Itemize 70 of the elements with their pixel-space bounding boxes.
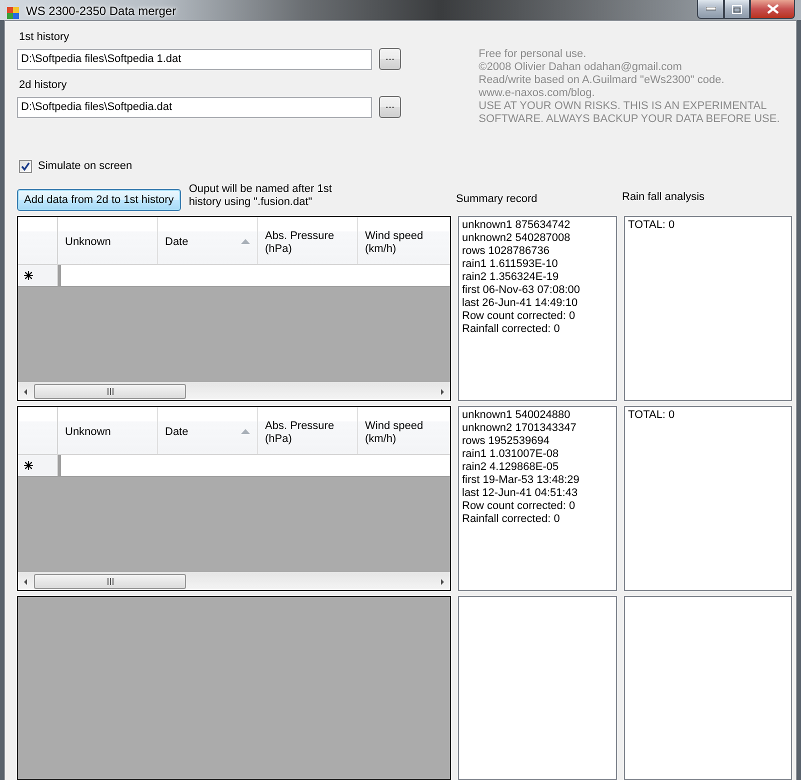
record-line: unknown1 540024880: [462, 409, 572, 422]
field-label: 2d history: [19, 79, 68, 93]
record-line: Row count corrected: 0: [462, 310, 576, 323]
browse-button[interactable]: ...: [379, 96, 401, 118]
close-button[interactable]: [750, 0, 795, 19]
record-line: unknown2 1701343347: [462, 422, 578, 435]
merge-button[interactable]: Add data from 2d to 1st history: [17, 189, 181, 211]
grip-icon: [106, 578, 114, 585]
horizontal-scrollbar[interactable]: [18, 382, 450, 400]
field-label: 1st history: [19, 31, 70, 45]
sort-arrow-icon: [241, 429, 250, 434]
summary-box[interactable]: unknown1 540024880 unknown2 1701343347 rows 1952539694 rain1 1.031007E-08 rain2 4.129868E-05 first 19-Mar-53 13:48:29 last 12-Jun-41 04:51:43 Row count corrected: 0 Rainfall corrected: 0: [458, 406, 617, 591]
scroll-right-icon: [441, 388, 444, 394]
maximize-icon: [732, 4, 742, 14]
sort-arrow-icon: [241, 239, 250, 244]
rainfall-box[interactable]: TOTAL: 0: [624, 216, 792, 401]
record-line: rain1 1.031007E-08: [462, 448, 560, 461]
minimize-icon: [706, 7, 716, 11]
record-line: rows 1952539694: [462, 435, 550, 448]
scroll-thumb[interactable]: [34, 384, 186, 399]
output-note: Ouput will be named after 1st history using ".fusion.dat": [188, 183, 333, 209]
record-line: Row count corrected: 0: [462, 500, 576, 513]
maximize-button[interactable]: [724, 0, 750, 19]
new-row-icon: [24, 461, 33, 470]
minimize-button[interactable]: [697, 0, 724, 19]
close-icon: [766, 4, 778, 14]
column-header[interactable]: Date: [158, 217, 258, 264]
checkmark-icon: [21, 162, 30, 170]
record-line: first 06-Nov-63 07:08:00: [462, 284, 582, 297]
record-line: first 19-Mar-53 13:48:29: [462, 474, 580, 487]
rainfall-box[interactable]: TOTAL: 0: [624, 406, 792, 591]
record-line: TOTAL: 0: [628, 409, 676, 422]
checkbox[interactable]: [19, 160, 32, 172]
record-line: rain1 1.611593E-10: [462, 258, 559, 271]
grip-icon: [106, 388, 114, 395]
summary-box[interactable]: unknown1 875634742 unknown2 540287008 rows 1028786736 rain1 1.611593E-10 rain2 1.356324E-19 first 06-Nov-63 07:08:00 last 26-Jun-41 14:49:10 Row count corrected: 0 Rainfall corrected: 0: [458, 216, 617, 401]
record-line: Rainfall corrected: 0: [462, 323, 561, 336]
column-heading: Summary record: [456, 193, 538, 205]
record-line: Rainfall corrected: 0: [462, 513, 561, 526]
new-row-icon: [24, 271, 33, 280]
scroll-left-icon: [24, 388, 27, 394]
column-header[interactable]: Wind speed (km/h): [358, 407, 450, 454]
record-line: unknown2 540287008: [462, 232, 572, 245]
record-line: unknown1 875634742: [462, 219, 572, 232]
record-line: TOTAL: 0: [628, 219, 676, 232]
column-header[interactable]: Abs. Pressure (hPa): [258, 217, 358, 264]
scroll-thumb[interactable]: [34, 574, 186, 589]
rainfall-box[interactable]: [624, 596, 792, 780]
column-header[interactable]: Unknown: [58, 407, 158, 454]
scroll-right-icon: [441, 578, 444, 584]
window-title: WS 2300-2350 Data merger: [26, 4, 176, 18]
column-heading: Rain fall analysis: [622, 191, 706, 203]
column-header[interactable]: Date: [158, 407, 258, 454]
scroll-left-icon: [24, 578, 27, 584]
disclaimer-text: Free for personal use. ©2008 Olivier Dahan odahan@gmail.com Read/write based on A.Guilmard "eWs2300" code. www.e-naxos.com/blog. USE AT YOUR OWN RISKS. THIS IS AN EXPERIMENTAL SOFTWARE. ALWAYS BACKUP YOUR DATA BEFORE USE.: [478, 48, 781, 127]
record-line: rain2 1.356324E-19: [462, 271, 560, 284]
browse-button[interactable]: ...: [379, 48, 401, 70]
column-header[interactable]: Unknown: [58, 217, 158, 264]
path-field[interactable]: D:\Softpedia files\Softpedia.dat: [17, 96, 372, 118]
path-field[interactable]: D:\Softpedia files\Softpedia 1.dat: [17, 48, 372, 70]
horizontal-scrollbar[interactable]: [18, 572, 450, 590]
record-line: rain2 4.129868E-05: [462, 461, 560, 474]
column-header[interactable]: Wind speed (km/h): [358, 217, 450, 264]
record-line: last 26-Jun-41 14:49:10: [462, 297, 579, 310]
record-line: last 12-Jun-41 04:51:43: [462, 487, 579, 500]
checkbox-label[interactable]: Simulate on screen: [38, 160, 132, 172]
record-line: rows 1028786736: [462, 245, 550, 258]
summary-box[interactable]: [458, 596, 617, 780]
app-icon: [6, 6, 20, 20]
column-header[interactable]: Abs. Pressure (hPa): [258, 407, 358, 454]
